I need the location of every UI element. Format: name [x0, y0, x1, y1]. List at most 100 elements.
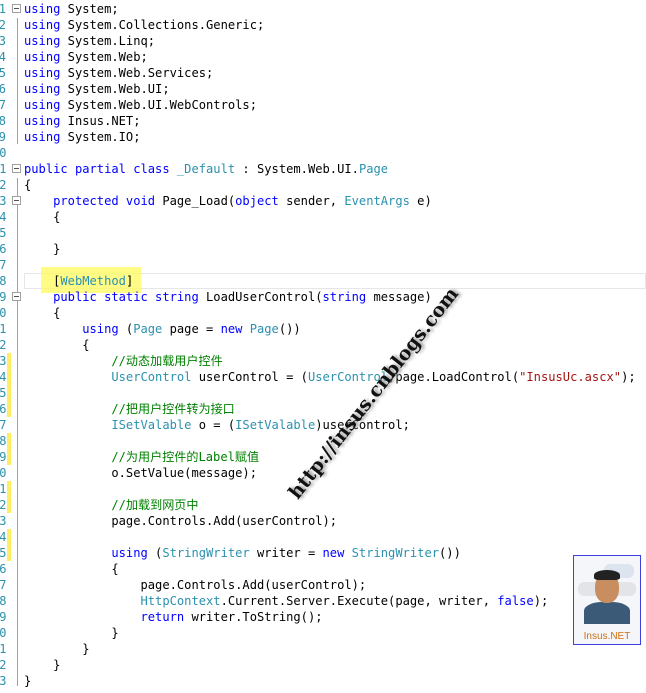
code-line[interactable]: 10: [0, 145, 646, 161]
code-line[interactable]: 24 UserControl userControl = (UserContro…: [0, 369, 646, 385]
code-line[interactable]: 18 [WebMethod]: [0, 273, 646, 289]
change-marker: [7, 545, 11, 561]
code-line[interactable]: 9 using System.IO;: [0, 129, 646, 145]
code-line[interactable]: 1 using System;: [0, 1, 646, 17]
line-number: 25: [0, 386, 7, 400]
code-text: using (StringWriter writer = new StringW…: [24, 545, 461, 561]
code-line[interactable]: 37 page.Controls.Add(userControl);: [0, 577, 646, 593]
code-line[interactable]: 2 using System.Collections.Generic;: [0, 17, 646, 33]
line-number: 10: [0, 146, 7, 160]
code-line[interactable]: 6 using System.Web.UI;: [0, 81, 646, 97]
code-line[interactable]: 39 return writer.ToString();: [0, 609, 646, 625]
line-number: 23: [0, 354, 7, 368]
code-token: using: [24, 114, 61, 128]
code-token: using: [24, 82, 61, 96]
code-text: using (Page page = new Page()): [24, 321, 300, 337]
code-token: using: [24, 50, 61, 64]
collapse-icon[interactable]: [12, 164, 21, 173]
code-line[interactable]: 8 using Insus.NET;: [0, 113, 646, 129]
code-line[interactable]: 7 using System.Web.UI.WebControls;: [0, 97, 646, 113]
line-number: 38: [0, 594, 7, 608]
code-line[interactable]: 3 using System.Linq;: [0, 33, 646, 49]
code-line[interactable]: 27 ISetValable o = (ISetValable)userCont…: [0, 417, 646, 433]
code-line[interactable]: 11 public partial class _Default : System…: [0, 161, 646, 177]
code-line[interactable]: 41 }: [0, 641, 646, 657]
code-token: protected void: [53, 194, 156, 208]
code-line[interactable]: 43}: [0, 673, 646, 689]
code-line[interactable]: 14 {: [0, 209, 646, 225]
code-token: System.Collections.Generic;: [60, 18, 265, 32]
code-token: .Current.Server.Execute(page, writer,: [220, 594, 498, 608]
line-number: 27: [0, 418, 7, 432]
code-text: }: [24, 673, 31, 689]
avatar-body: [584, 602, 630, 624]
line-number: 22: [0, 338, 7, 352]
code-token: : System.Web.UI.: [235, 162, 359, 176]
code-line[interactable]: 25: [0, 385, 646, 401]
line-number: 29: [0, 450, 7, 464]
code-token: //为用户控件的Label赋值: [111, 450, 260, 464]
code-line[interactable]: 32 //加载到网页中: [0, 497, 646, 513]
code-token: {: [24, 338, 90, 352]
code-text: UserControl userControl = (UserControl)p…: [24, 369, 635, 385]
code-token: )page.LoadControl(: [388, 370, 520, 384]
code-token: HttpContext: [140, 594, 221, 608]
code-line[interactable]: 5 using System.Web.Services;: [0, 65, 646, 81]
code-token: using: [24, 66, 61, 80]
code-line[interactable]: 38 HttpContext.Current.Server.Execute(pa…: [0, 593, 646, 609]
code-line[interactable]: 36 {: [0, 561, 646, 577]
line-number: 15: [0, 226, 7, 240]
code-line[interactable]: 12 {: [0, 177, 646, 193]
code-line[interactable]: 40 }: [0, 625, 646, 641]
code-line[interactable]: 19 public static string LoadUserControl(…: [0, 289, 646, 305]
code-text: }: [24, 657, 60, 673]
code-text: public partial class _Default : System.W…: [24, 161, 388, 177]
collapse-icon[interactable]: [12, 292, 21, 301]
code-line[interactable]: 20 {: [0, 305, 646, 321]
code-line[interactable]: 42 }: [0, 657, 646, 673]
change-marker: [7, 529, 11, 545]
code-token: LoadUserControl(: [198, 290, 323, 304]
collapse-icon[interactable]: [12, 4, 21, 13]
collapse-icon[interactable]: [12, 196, 21, 205]
code-line[interactable]: 23 //动态加载用户控件: [0, 353, 646, 369]
code-editor[interactable]: 1 using System; 2 using System.Collections.…: [0, 0, 646, 693]
code-line[interactable]: 15: [0, 225, 646, 241]
code-token: EventArgs: [344, 194, 410, 208]
change-marker: [7, 449, 11, 465]
code-line[interactable]: 4 using System.Web;: [0, 49, 646, 65]
code-line[interactable]: 31: [0, 481, 646, 497]
code-line[interactable]: 33 page.Controls.Add(userControl);: [0, 513, 646, 529]
code-line[interactable]: 35 using (StringWriter writer = new Stri…: [0, 545, 646, 561]
code-text: public static string LoadUserControl(str…: [24, 289, 432, 305]
code-token: (: [147, 546, 163, 560]
code-line[interactable]: 26 //把用户控件转为接口: [0, 401, 646, 417]
code-token: //把用户控件转为接口: [111, 402, 235, 416]
code-token: "InsusUc.ascx": [519, 370, 622, 384]
code-text: {: [24, 337, 90, 353]
code-token: }: [24, 642, 90, 656]
code-text: }: [24, 241, 60, 257]
code-line[interactable]: 17: [0, 257, 646, 273]
code-token: StringWriter: [162, 546, 250, 560]
code-token: message): [366, 290, 432, 304]
code-line[interactable]: 16 }: [0, 241, 646, 257]
line-number: 13: [0, 194, 7, 208]
line-number: 5: [0, 66, 6, 80]
code-line[interactable]: 34: [0, 529, 646, 545]
line-number: 30: [0, 466, 7, 480]
code-token: [: [24, 274, 61, 288]
code-line[interactable]: 22 {: [0, 337, 646, 353]
code-token: //加载到网页中: [111, 498, 199, 512]
line-number: 42: [0, 658, 7, 672]
code-token: ()): [439, 546, 461, 560]
code-line[interactable]: 21 using (Page page = new Page()): [0, 321, 646, 337]
code-line[interactable]: 13 protected void Page_Load(object sende…: [0, 193, 646, 209]
